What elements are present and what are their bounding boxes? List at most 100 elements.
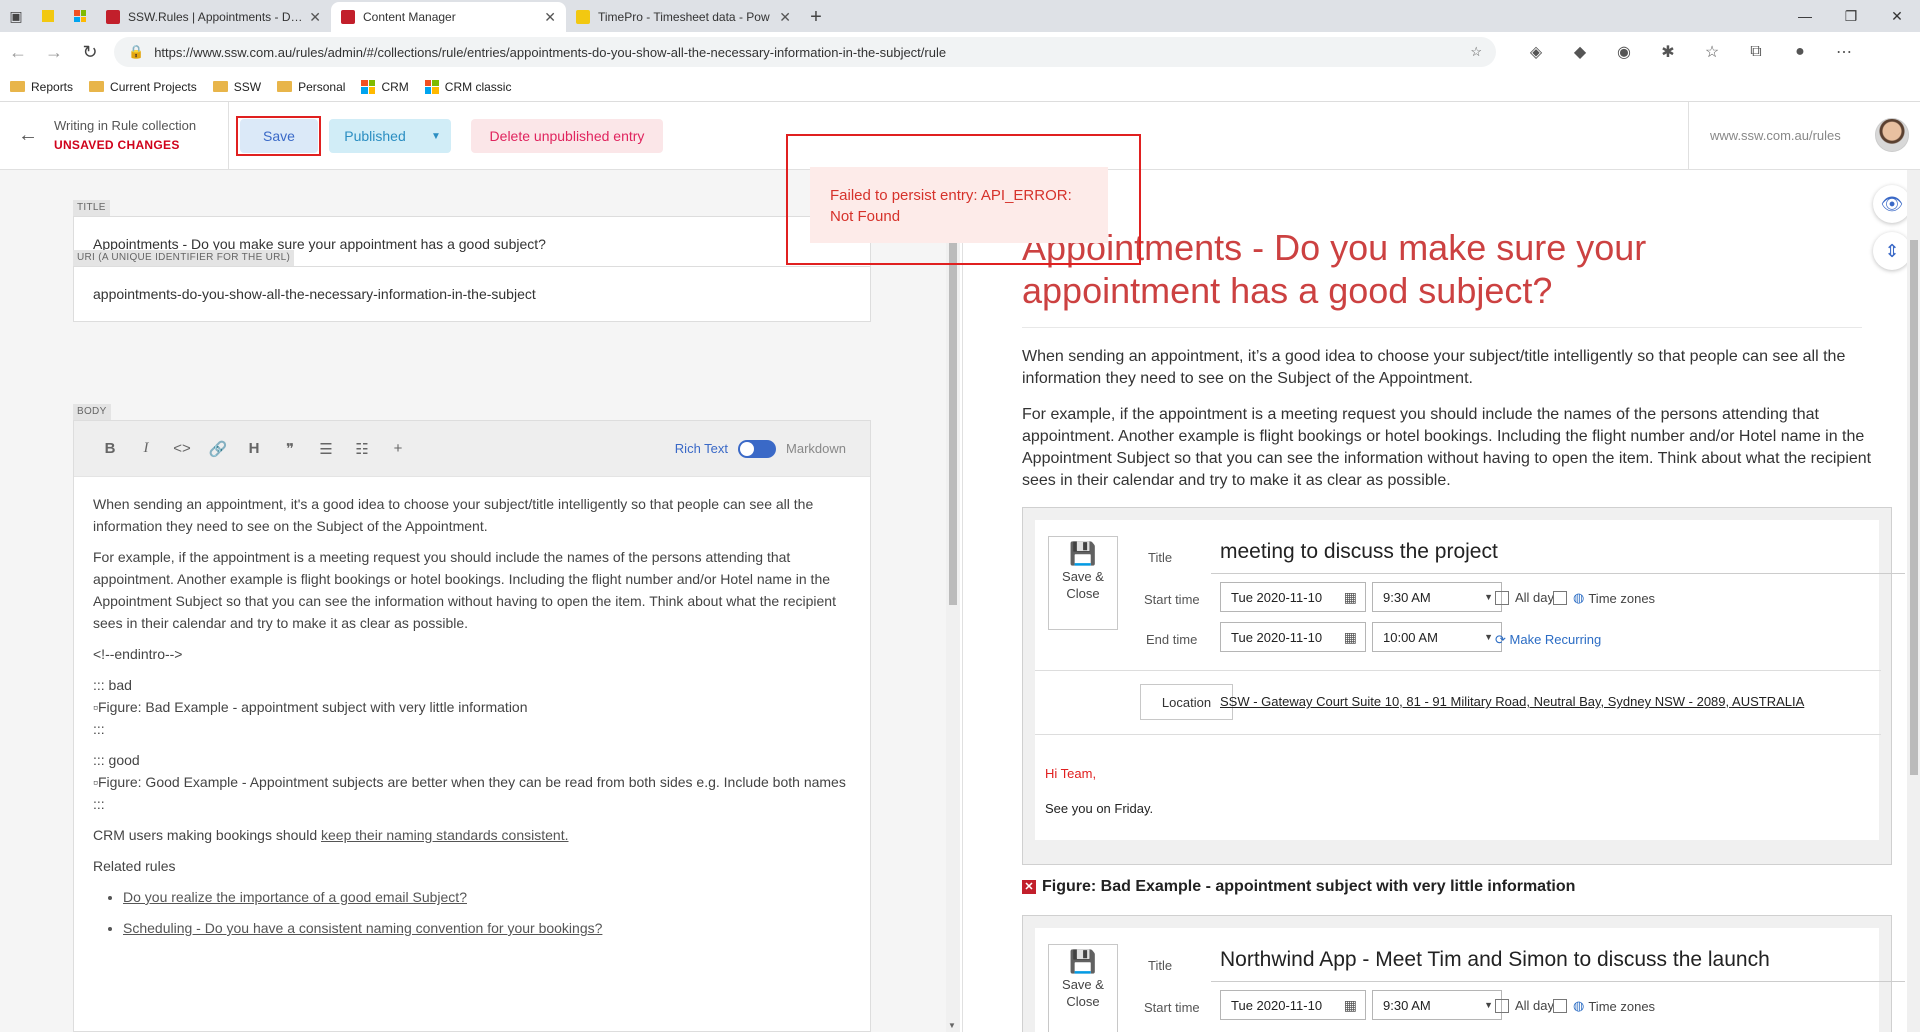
uri-label: URI (A UNIQUE IDENTIFIER FOR THE URL): [73, 250, 295, 266]
chevron-down-icon[interactable]: ▼: [421, 131, 451, 142]
collections-icon[interactable]: ⧉: [1734, 37, 1778, 67]
appointment-screenshot-bad: 💾 Save & Close Title meeting to discuss t…: [1022, 507, 1905, 865]
title-underline: [1211, 981, 1905, 982]
time-zones-checkbox: ◍ Time zones: [1553, 998, 1655, 1014]
related-rule-link[interactable]: Scheduling - Do you have a consistent na…: [123, 920, 602, 936]
markdown-label[interactable]: Markdown: [786, 441, 846, 456]
globe-icon: ◍: [1573, 590, 1585, 605]
minimize-icon[interactable]: —: [1782, 0, 1828, 32]
link-icon[interactable]: 🔗: [200, 440, 236, 458]
extension-icon[interactable]: ◈: [1514, 37, 1558, 67]
ssw-favicon-icon: [106, 10, 120, 24]
related-rule-link[interactable]: Do you realize the importance of a good …: [123, 889, 467, 905]
tab-actions-icon[interactable]: ▣: [0, 0, 32, 32]
pinned-tab-microsoft[interactable]: [64, 0, 96, 32]
back-icon[interactable]: ←: [0, 36, 36, 68]
url-field[interactable]: 🔒 https://www.ssw.com.au/rules/admin/#/c…: [114, 37, 1496, 67]
bookmark-label: CRM: [381, 79, 409, 94]
collection-label: Writing in Rule collection: [54, 118, 197, 133]
preview-scrollbar[interactable]: [1907, 170, 1920, 1032]
bookmark-label: CRM classic: [444, 79, 512, 94]
tab-ssw-rules[interactable]: SSW.Rules | Appointments - Do y ✕: [96, 2, 331, 32]
related-rules-list: Do you realize the importance of a good …: [93, 886, 851, 939]
delete-unpublished-button[interactable]: Delete unpublished entry: [471, 119, 663, 153]
globe-icon: ◍: [1573, 998, 1585, 1013]
scrollbar-thumb[interactable]: [949, 240, 957, 605]
body-label: BODY: [73, 404, 111, 420]
uri-input[interactable]: appointments-do-you-show-all-the-necessa…: [73, 266, 871, 322]
bookmark-ssw[interactable]: SSW: [212, 80, 261, 94]
new-tab-button[interactable]: +: [801, 2, 831, 32]
title-label: Title: [1148, 550, 1173, 565]
preview-paragraph: When sending an appointment, it’s a good…: [1022, 348, 1846, 387]
extension-icon[interactable]: ◆: [1558, 37, 1602, 67]
tab-timepro[interactable]: TimePro - Timesheet data - Pow ✕: [566, 2, 801, 32]
bookmarks-bar: Reports Current Projects SSW Personal CR…: [0, 72, 1920, 102]
close-tab-icon[interactable]: ✕: [779, 9, 791, 26]
good-close: :::: [93, 796, 105, 812]
favorites-icon[interactable]: ☆: [1690, 37, 1734, 67]
time-zones-checkbox: ◍ Time zones: [1553, 590, 1655, 606]
end-time-label: End time: [1146, 632, 1198, 647]
close-tab-icon[interactable]: ✕: [309, 9, 321, 26]
start-date: Tue 2020-11-10: [1231, 997, 1323, 1013]
recurring-icon: ⟳: [1495, 632, 1510, 647]
save-button[interactable]: Save: [240, 119, 318, 153]
window-controls: — ❐ ✕: [1782, 0, 1920, 32]
code-icon[interactable]: <>: [164, 440, 200, 457]
refresh-icon[interactable]: ↻: [72, 36, 108, 68]
italic-icon[interactable]: I: [128, 440, 164, 457]
folder-icon: [89, 81, 105, 92]
avatar[interactable]: [1875, 118, 1909, 152]
close-tab-icon[interactable]: ✕: [544, 9, 556, 26]
body-paragraph: When sending an appointment, it's a good…: [93, 496, 814, 534]
body-editor: B I <> 🔗 H ❞ ☰ ☷ + Rich Text Markdown Wh…: [73, 420, 871, 1032]
site-link[interactable]: www.ssw.com.au/rules: [1710, 128, 1841, 143]
published-label: Published: [344, 128, 406, 144]
bookmark-reports[interactable]: Reports: [10, 80, 73, 94]
editor-scrollbar[interactable]: ▼: [946, 170, 960, 1032]
more-menu-icon[interactable]: ⋯: [1822, 37, 1866, 67]
start-date-field: Tue 2020-11-10 ▦: [1220, 582, 1366, 612]
bold-icon[interactable]: B: [92, 440, 128, 457]
make-recurring-label: Make Recurring: [1509, 632, 1602, 647]
bookmark-crm[interactable]: CRM: [361, 79, 409, 94]
numbered-list-icon[interactable]: ☷: [344, 440, 380, 458]
restore-icon[interactable]: ❐: [1828, 0, 1874, 32]
body-paragraph: For example, if the appointment is a mee…: [93, 549, 836, 631]
all-day-label: All day: [1515, 590, 1555, 605]
naming-standards-link[interactable]: keep their naming standards consistent.: [321, 827, 568, 843]
bookmark-crm-classic[interactable]: CRM classic: [424, 79, 512, 94]
bad-open: ::: bad: [93, 677, 132, 693]
bookmark-current-projects[interactable]: Current Projects: [89, 80, 197, 94]
scroll-down-icon[interactable]: ▼: [948, 1021, 956, 1030]
tab-title: SSW.Rules | Appointments - Do y: [128, 10, 304, 24]
mode-toggle[interactable]: [738, 439, 777, 458]
bookmark-personal[interactable]: Personal: [277, 80, 345, 94]
forward-icon[interactable]: →: [36, 36, 72, 68]
good-figure: ▫Figure: Good Example - Appointment subj…: [93, 771, 851, 793]
extensions-puzzle-icon[interactable]: ✱: [1646, 37, 1690, 67]
add-component-icon[interactable]: +: [380, 440, 416, 457]
quote-icon[interactable]: ❞: [272, 440, 308, 458]
scrollbar-thumb[interactable]: [1910, 240, 1918, 775]
form-divider: [1035, 734, 1881, 735]
extension-icon[interactable]: ◉: [1602, 37, 1646, 67]
tab-title: TimePro - Timesheet data - Pow: [598, 10, 770, 24]
end-date: Tue 2020-11-10: [1231, 629, 1323, 645]
greeting-text: Hi Team,: [1045, 766, 1097, 781]
eye-icon[interactable]: 👁: [1873, 185, 1911, 223]
lock-icon[interactable]: 🔒: [128, 44, 144, 60]
add-favorite-icon[interactable]: ☆: [1470, 44, 1482, 60]
pinned-tab-powerbi[interactable]: [32, 0, 64, 32]
heading-icon[interactable]: H: [236, 440, 272, 457]
sync-scroll-icon[interactable]: ⇕: [1873, 232, 1911, 270]
rich-text-label[interactable]: Rich Text: [675, 441, 728, 456]
close-window-icon[interactable]: ✕: [1874, 0, 1920, 32]
published-dropdown[interactable]: Published ▼: [329, 119, 451, 153]
tab-content-manager[interactable]: Content Manager ✕: [331, 2, 566, 32]
back-arrow-icon[interactable]: ←: [18, 124, 38, 147]
editor-content[interactable]: When sending an appointment, it's a good…: [74, 477, 870, 964]
bulleted-list-icon[interactable]: ☰: [308, 440, 344, 458]
profile-icon[interactable]: ●: [1778, 37, 1822, 67]
